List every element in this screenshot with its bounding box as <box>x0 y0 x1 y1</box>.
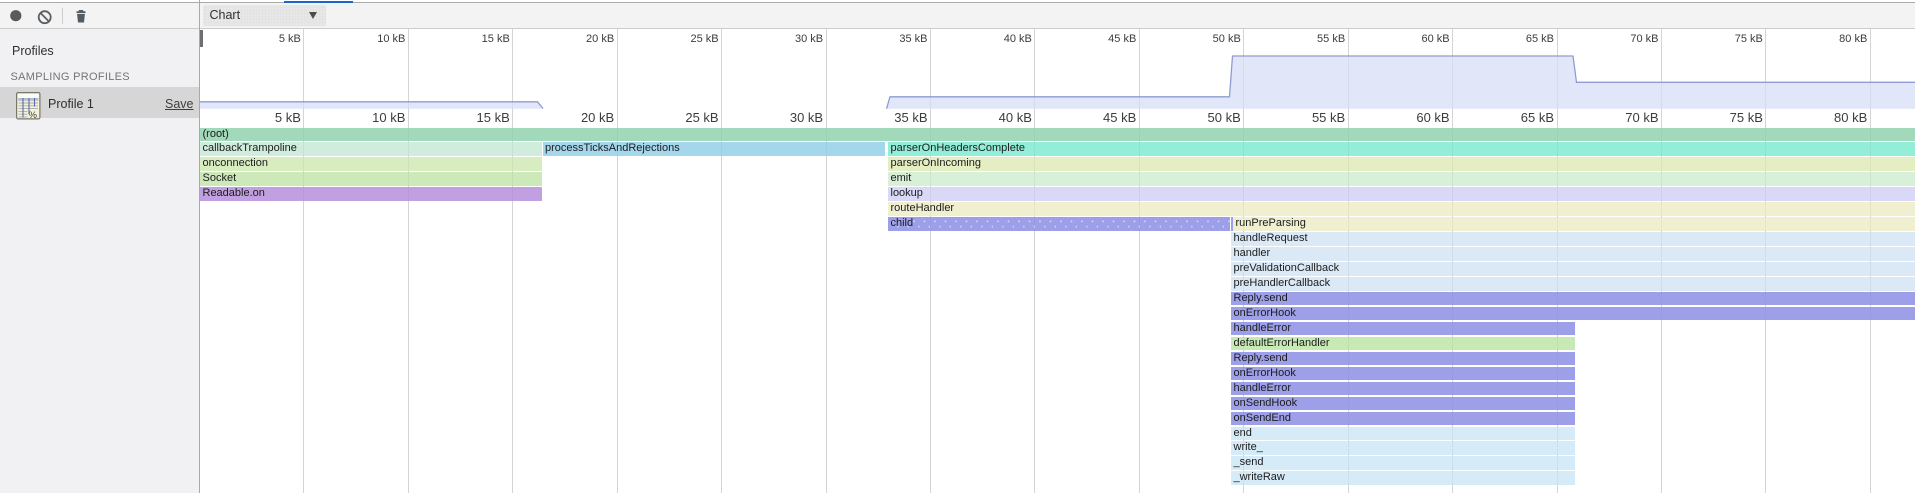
svg-text:%: % <box>29 110 38 120</box>
